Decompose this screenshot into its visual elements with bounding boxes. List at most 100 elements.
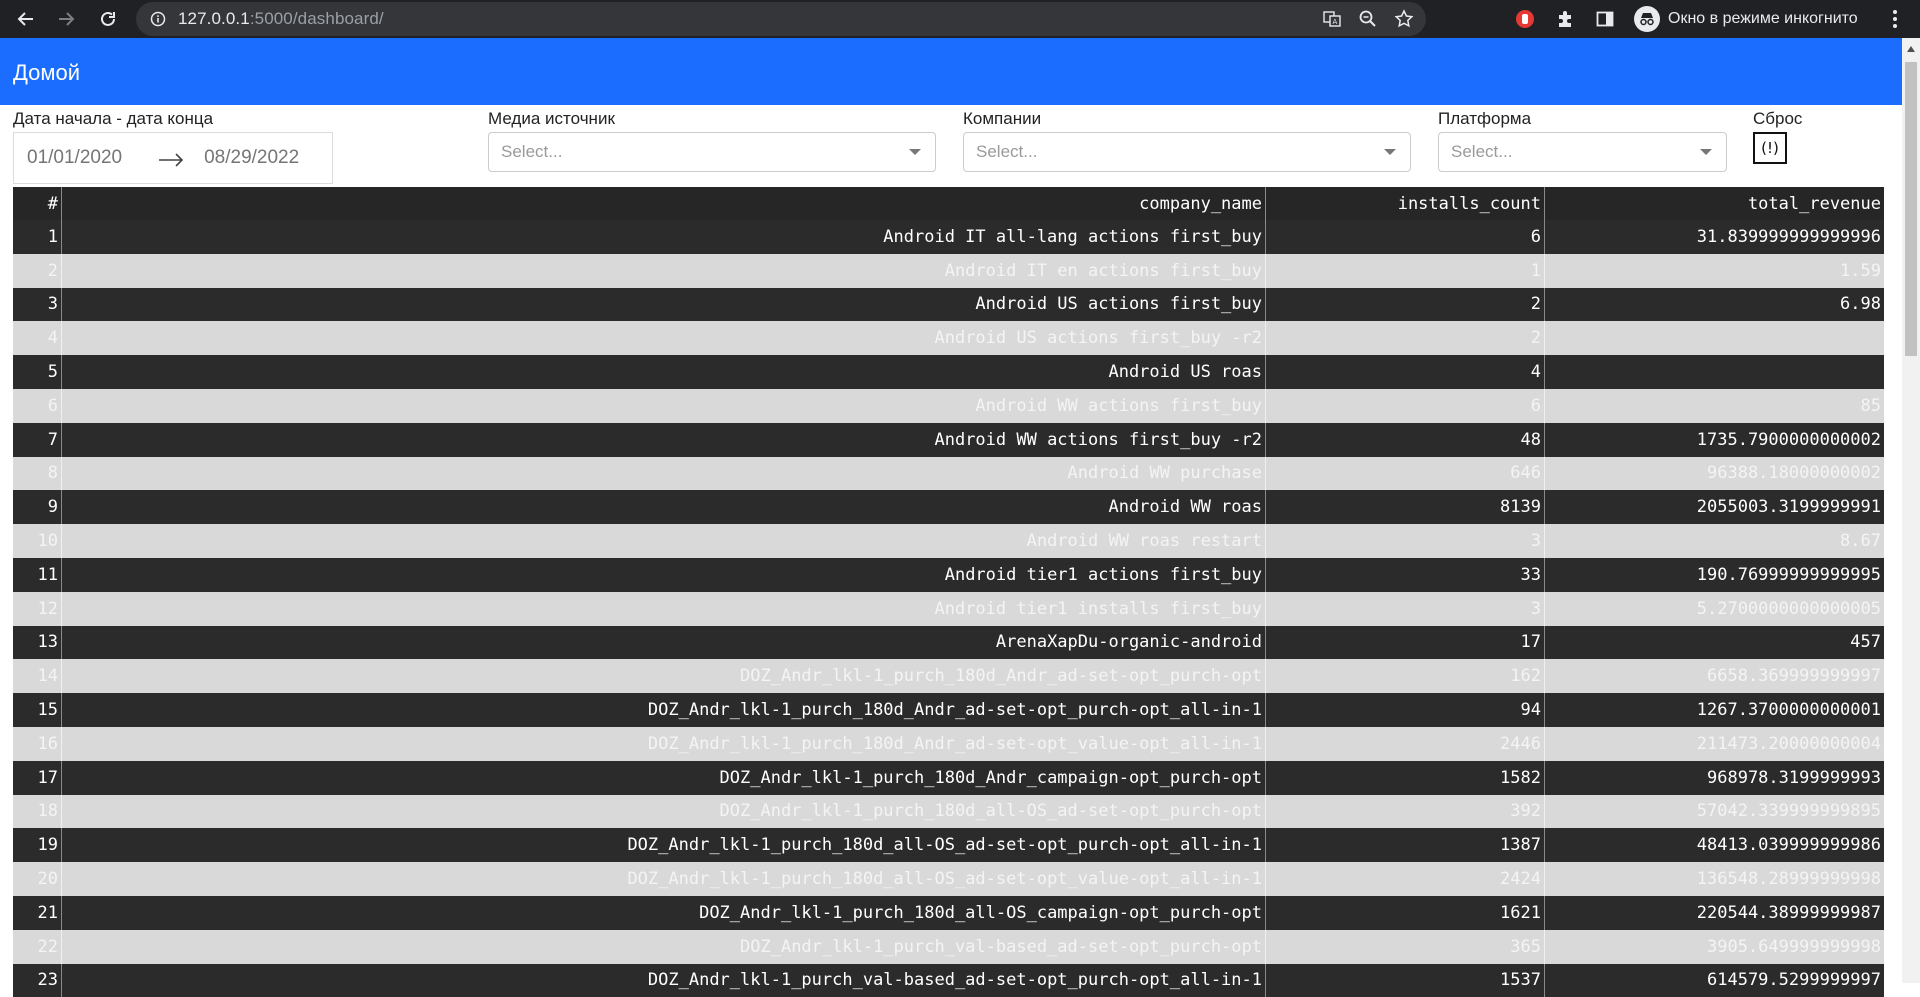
extensions-puzzle-icon[interactable] xyxy=(1550,4,1580,34)
installs-count-cell: 392 xyxy=(1266,794,1545,829)
incognito-icon xyxy=(1634,6,1660,32)
row-index: 5 xyxy=(13,355,62,389)
chevron-down-icon xyxy=(1384,149,1396,155)
installs-count-cell: 365 xyxy=(1266,929,1545,964)
table-body: 1 Android IT all-lang actions first_buy 6 3… xyxy=(13,220,1884,997)
zoom-icon[interactable] xyxy=(1356,7,1380,31)
total-revenue-cell: 1735.7900000000002 xyxy=(1696,429,1881,450)
table-row: 23 DOZ_Andr_lkl-1_purch_val-based_ad-set-… xyxy=(13,963,1884,997)
row-index: 17 xyxy=(13,760,62,795)
row-index: 15 xyxy=(13,693,62,727)
table-row: 15 DOZ_Andr_lkl-1_purch_180d_Andr_ad-set-… xyxy=(13,693,1884,727)
installs-count-cell: 1537 xyxy=(1266,963,1545,997)
date-start-input[interactable]: 01/01/2020 xyxy=(27,147,122,169)
reload-icon[interactable] xyxy=(90,1,126,37)
total-revenue-cell: 190.76999999999995 xyxy=(1696,564,1881,585)
company-name-cell: Android US roas xyxy=(62,355,1266,389)
company-name-cell: Android IT all-lang actions first_buy xyxy=(62,220,1266,254)
reset-button[interactable]: (!) xyxy=(1753,132,1787,164)
bookmark-star-icon[interactable] xyxy=(1392,7,1416,31)
installs-count-cell: 33 xyxy=(1266,557,1545,592)
table-row: 1 Android IT all-lang actions first_buy 6 3… xyxy=(13,220,1884,254)
total-revenue-cell: 1267.3700000000001 xyxy=(1696,700,1881,721)
column-header-company-name[interactable]: company_name xyxy=(62,187,1266,220)
column-header-total-revenue[interactable]: total_revenue xyxy=(1545,187,1884,220)
incognito-label: Окно в режиме инкогнито xyxy=(1668,10,1858,27)
extension-red-icon[interactable] xyxy=(1510,4,1540,34)
installs-count-cell: 2 xyxy=(1266,321,1545,356)
date-range-picker[interactable]: 01/01/2020 08/29/2022 xyxy=(13,132,333,184)
site-info-icon[interactable] xyxy=(148,9,168,29)
company-name-cell: Android US actions first_buy -r2 xyxy=(62,321,1266,356)
total-revenue-cell xyxy=(1545,355,1884,389)
total-revenue-cell: 5.2700000000000005 xyxy=(1696,598,1881,619)
row-index: 22 xyxy=(13,929,62,964)
table-row: 8 Android WW purchase 646 96388.18000000002 xyxy=(13,456,1884,491)
installs-count-cell: 17 xyxy=(1266,625,1545,660)
installs-count-cell: 6 xyxy=(1266,220,1545,254)
forward-icon[interactable] xyxy=(48,1,84,37)
company-name-cell: DOZ_Andr_lkl-1_purch_180d_Andr_ad-set-op… xyxy=(62,693,1266,727)
installs-count-cell: 1582 xyxy=(1266,760,1545,795)
total-revenue-cell: 85 xyxy=(1860,395,1881,416)
table-header: # company_name installs_count total_reve… xyxy=(13,187,1884,220)
total-revenue-cell: 8.67 xyxy=(1840,531,1881,552)
table-row: 12 Android tier1 installs first_buy 3 5.270… xyxy=(13,591,1884,626)
back-icon[interactable] xyxy=(8,1,44,37)
page-scrollbar[interactable] xyxy=(1902,38,1920,983)
table-row: 20 DOZ_Andr_lkl-1_purch_180d_all-OS_ad-se… xyxy=(13,862,1884,896)
row-index: 14 xyxy=(13,659,62,694)
home-link[interactable]: Домой xyxy=(13,60,80,86)
installs-count-cell: 1621 xyxy=(1266,895,1545,930)
row-index: 4 xyxy=(13,321,62,356)
chevron-down-icon xyxy=(909,149,921,155)
total-revenue-cell: 6658.369999999997 xyxy=(1707,666,1881,687)
table-row: 3 Android US actions first_buy 2 6.98 xyxy=(13,287,1884,322)
row-index: 19 xyxy=(13,828,62,863)
total-revenue-cell: 2055003.3199999991 xyxy=(1696,497,1881,518)
row-index: 8 xyxy=(13,456,62,491)
company-name-cell: DOZ_Andr_lkl-1_purch_180d_Andr_campaign-… xyxy=(62,760,1266,795)
scroll-thumb[interactable] xyxy=(1905,62,1917,356)
data-table: # company_name installs_count total_reve… xyxy=(13,187,1884,997)
company-label: Компании xyxy=(963,109,1042,128)
company-name-cell: Android US actions first_buy xyxy=(62,287,1266,322)
table-row: 5 Android US roas 4 xyxy=(13,355,1884,389)
media-source-select[interactable]: Select... xyxy=(488,132,936,172)
installs-count-cell: 94 xyxy=(1266,693,1545,727)
company-name-cell: DOZ_Andr_lkl-1_purch_180d_all-OS_campaig… xyxy=(62,895,1266,930)
scroll-up-arrow-icon[interactable] xyxy=(1907,46,1915,52)
address-bar[interactable]: 127.0.0.1:5000/dashboard/ A xyxy=(136,2,1426,36)
company-name-cell: Android tier1 installs first_buy xyxy=(62,591,1266,626)
company-select[interactable]: Select... xyxy=(963,132,1411,172)
translate-icon[interactable]: A xyxy=(1320,7,1344,31)
table-row: 16 DOZ_Andr_lkl-1_purch_180d_Andr_ad-set-… xyxy=(13,726,1884,761)
installs-count-cell: 2446 xyxy=(1266,726,1545,761)
total-revenue-cell: 3905.649999999998 xyxy=(1707,936,1881,957)
company-name-cell: Android WW actions first_buy xyxy=(62,388,1266,423)
table-row: 11 Android tier1 actions first_buy 33 190.7… xyxy=(13,557,1884,592)
total-revenue-cell: 96388.18000000002 xyxy=(1707,463,1881,484)
side-panel-icon[interactable] xyxy=(1590,4,1620,34)
row-index: 2 xyxy=(13,253,62,288)
company-name-cell: DOZ_Andr_lkl-1_purch_180d_all-OS_ad-set-… xyxy=(62,862,1266,896)
company-name-cell: DOZ_Andr_lkl-1_purch_val-based_ad-set-op… xyxy=(62,929,1266,964)
total-revenue-cell xyxy=(1545,321,1884,355)
total-revenue-cell: 31.839999999999996 xyxy=(1696,226,1881,247)
more-menu-icon[interactable] xyxy=(1880,4,1910,34)
company-name-cell: Android tier1 actions first_buy xyxy=(62,557,1266,592)
table-row: 22 DOZ_Andr_lkl-1_purch_val-based_ad-set-… xyxy=(13,929,1884,964)
table-row: 2 Android IT en actions first_buy 1 1.59 xyxy=(13,253,1884,288)
row-index: 18 xyxy=(13,794,62,829)
company-name-cell: Android WW roas xyxy=(62,490,1266,525)
company-name-cell: DOZ_Andr_lkl-1_purch_180d_Andr_ad-set-op… xyxy=(62,659,1266,694)
table-row: 6 Android WW actions first_buy 6 85 xyxy=(13,388,1884,423)
platform-select[interactable]: Select... xyxy=(1438,132,1727,172)
company-name-cell: Android WW actions first_buy -r2 xyxy=(62,422,1266,457)
row-index: 16 xyxy=(13,726,62,761)
date-end-input[interactable]: 08/29/2022 xyxy=(204,147,299,169)
column-header-installs-count[interactable]: installs_count xyxy=(1266,187,1545,220)
incognito-profile[interactable]: Окно в режиме инкогнито xyxy=(1630,6,1858,32)
total-revenue-cell: 136548.28999999998 xyxy=(1696,869,1881,890)
column-header-index[interactable]: # xyxy=(13,187,62,220)
